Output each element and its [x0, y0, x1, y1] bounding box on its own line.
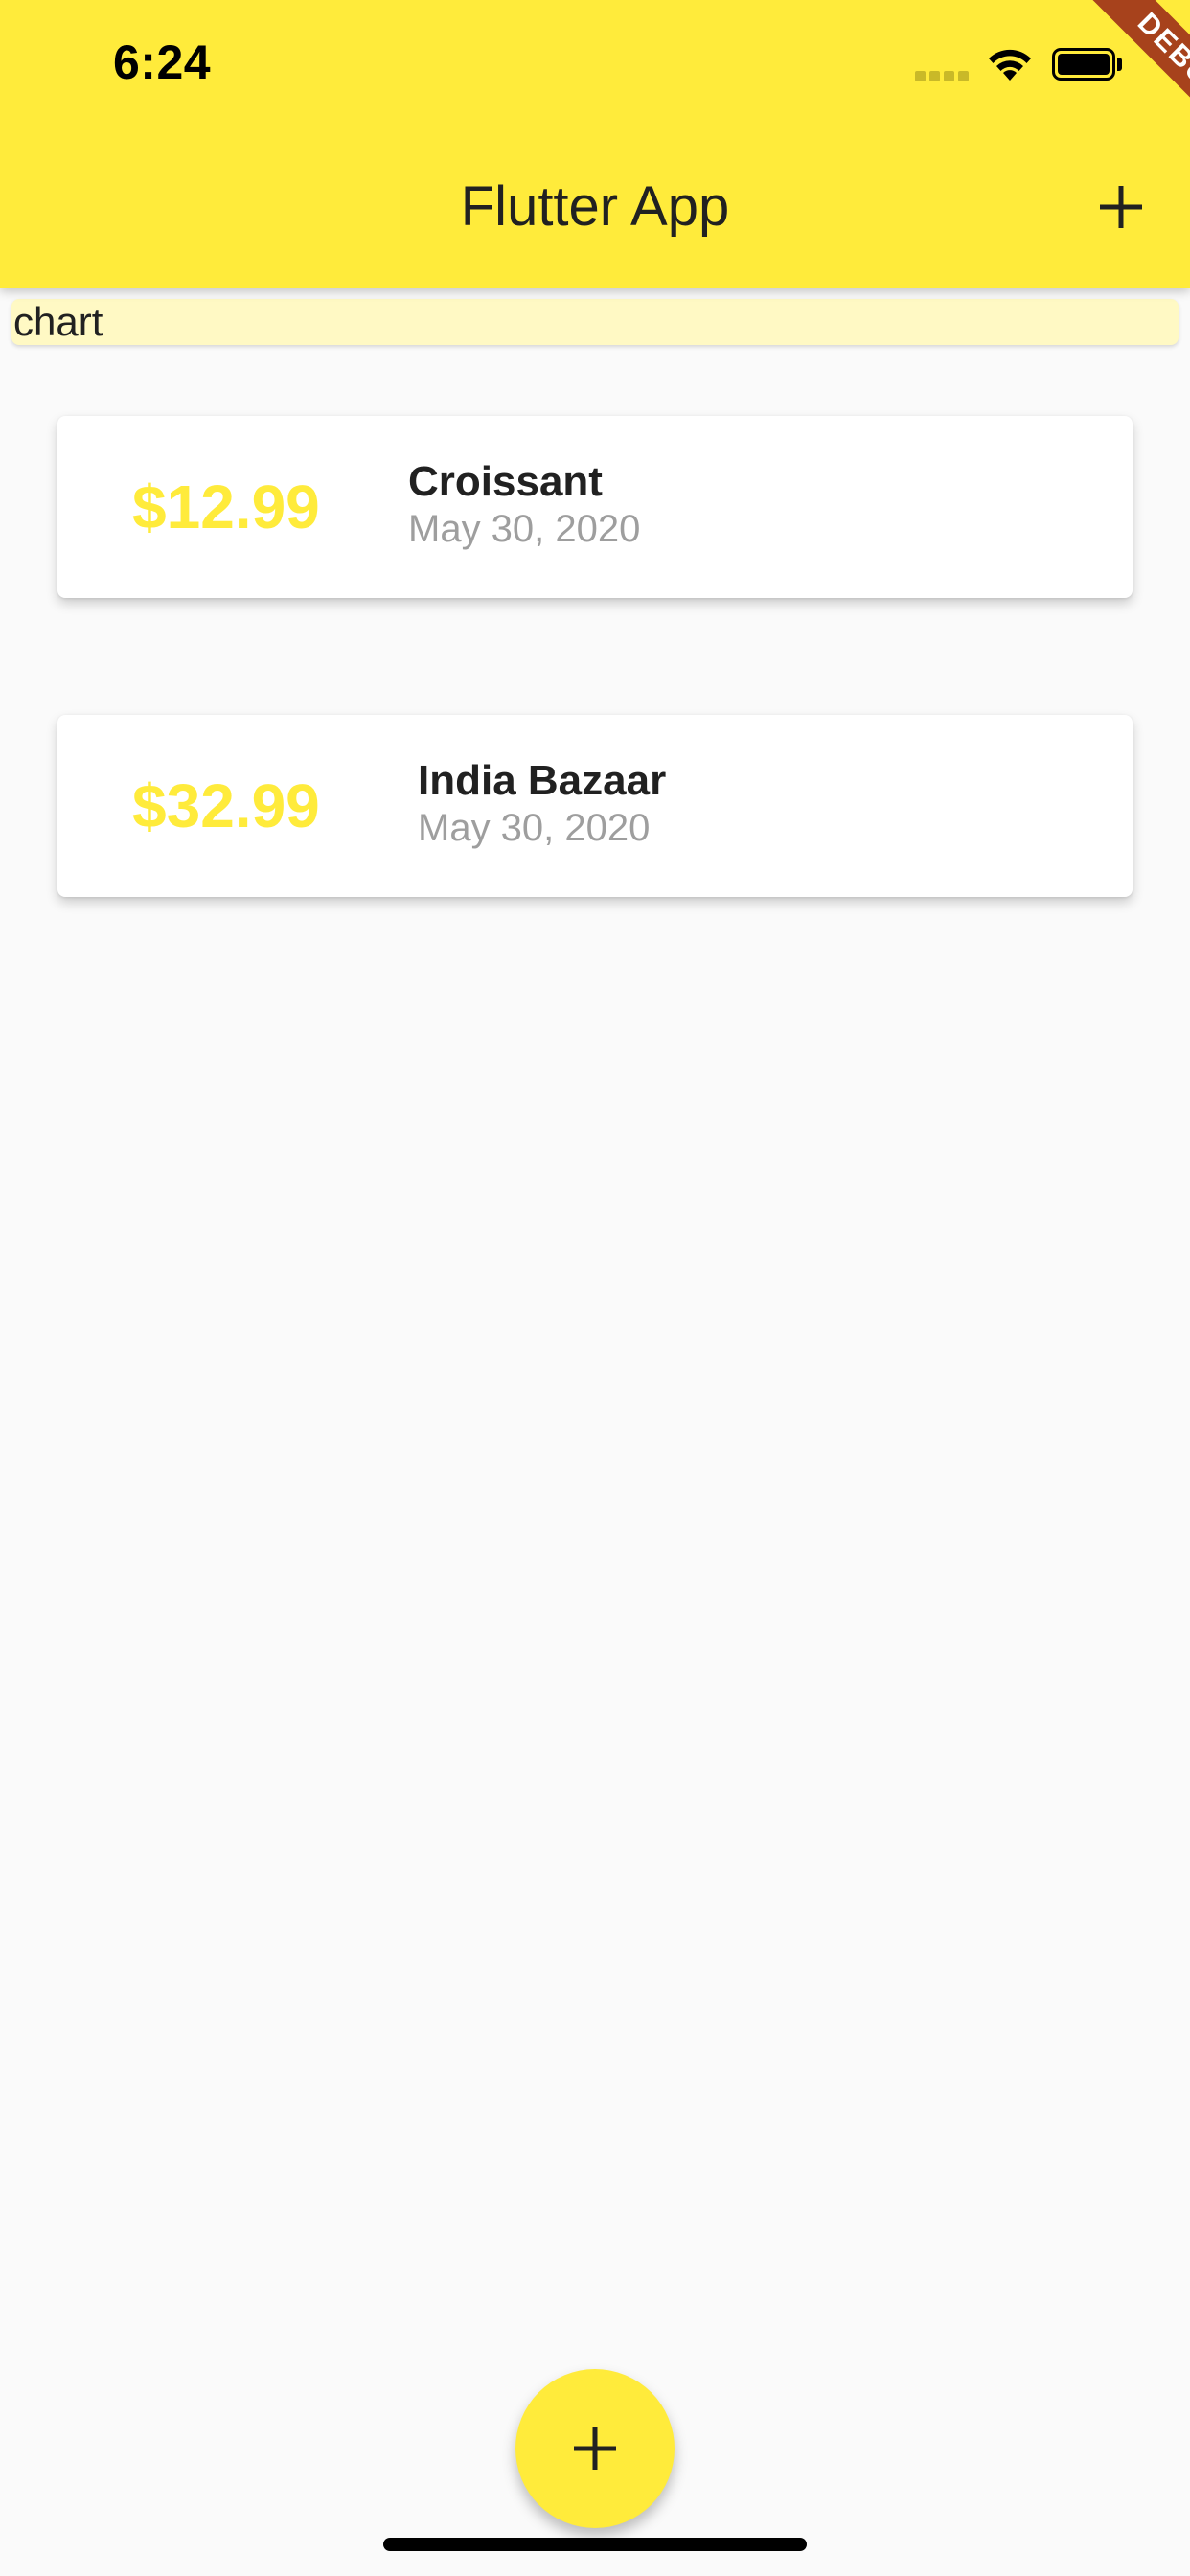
transaction-date: May 30, 2020: [408, 508, 641, 550]
app-bar: 6:24 Flutter App: [0, 0, 1190, 288]
plus-icon: [1100, 186, 1142, 228]
chart-card: chart: [11, 299, 1179, 345]
cellular-signal-icon: [915, 71, 971, 84]
transaction-title: Croissant: [408, 458, 603, 505]
add-transaction-button[interactable]: [1087, 172, 1156, 242]
debug-banner: DEBUG: [1018, 0, 1190, 172]
transaction-card: $32.99 India Bazaar May 30, 2020: [57, 715, 1133, 897]
page-title: Flutter App: [460, 175, 730, 238]
transaction-title: India Bazaar: [418, 757, 667, 804]
plus-icon: [574, 2427, 616, 2470]
home-indicator[interactable]: [383, 2538, 807, 2551]
status-time: 6:24: [113, 35, 212, 89]
transaction-amount: $12.99: [132, 472, 320, 541]
add-transaction-fab[interactable]: [515, 2369, 675, 2528]
debug-banner-label: DEBUG: [1064, 0, 1190, 172]
transaction-amount: $32.99: [132, 771, 320, 840]
transaction-card: $12.99 Croissant May 30, 2020: [57, 416, 1133, 598]
transaction-date: May 30, 2020: [418, 807, 651, 849]
